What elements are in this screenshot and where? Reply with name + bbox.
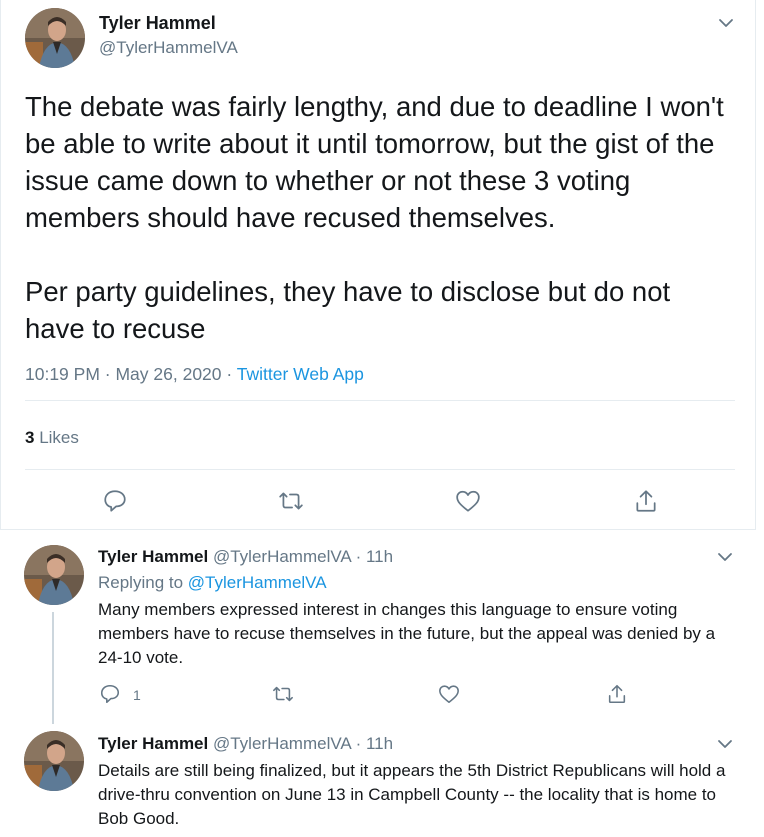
share-icon[interactable] [633, 488, 659, 514]
replying-to: Replying to @TylerHammelVA [98, 573, 327, 593]
reply-author-avatar[interactable] [24, 545, 84, 605]
tweet-time[interactable]: 10:19 PM [25, 364, 100, 384]
likes-label: Likes [39, 428, 79, 447]
author-name[interactable]: Tyler Hammel [99, 13, 216, 34]
chevron-down-icon[interactable] [716, 735, 734, 753]
reply-author-name[interactable]: Tyler Hammel [98, 734, 208, 753]
reply-body: Many members expressed interest in chang… [98, 600, 716, 667]
author-avatar[interactable] [25, 8, 85, 68]
chevron-down-icon[interactable] [717, 14, 735, 32]
reply-author-handle[interactable]: @TylerHammelVA [213, 734, 351, 753]
reply-header: Tyler Hammel @TylerHammelVA · 11h [98, 734, 393, 754]
reply-icon[interactable] [99, 683, 121, 705]
replying-to-label: Replying to [98, 573, 184, 592]
reply-body: Details are still being finalized, but i… [98, 761, 726, 828]
reply-time[interactable]: · 11h [356, 734, 394, 753]
reply-icon[interactable] [102, 488, 128, 514]
divider [25, 469, 735, 470]
tweet-date[interactable]: May 26, 2020 [115, 364, 221, 384]
likes-count: 3 [25, 428, 35, 447]
meta-separator: · [226, 364, 233, 384]
reply-author-handle[interactable]: @TylerHammelVA [213, 547, 351, 566]
main-tweet: Tyler Hammel @TylerHammelVA The debate w… [0, 0, 756, 530]
like-icon[interactable] [455, 488, 481, 514]
reply-header: Tyler Hammel @TylerHammelVA · 11h [98, 547, 393, 567]
like-icon[interactable] [438, 683, 460, 705]
reply-author-name[interactable]: Tyler Hammel [98, 547, 208, 566]
thread-connector-line [52, 612, 54, 724]
meta-separator: · [104, 364, 111, 384]
retweet-icon[interactable] [272, 683, 294, 705]
tweet-source-app[interactable]: Twitter Web App [237, 364, 364, 384]
divider [25, 400, 735, 401]
chevron-down-icon[interactable] [716, 548, 734, 566]
tweet-thread-page: Tyler Hammel @TylerHammelVA The debate w… [0, 0, 764, 837]
tweet-metadata: 10:19 PM · May 26, 2020 · Twitter Web Ap… [25, 364, 364, 385]
reply-time[interactable]: · 11h [356, 547, 394, 566]
reply-count: 1 [133, 687, 141, 703]
share-icon[interactable] [606, 683, 628, 705]
author-handle[interactable]: @TylerHammelVA [99, 38, 238, 58]
retweet-icon[interactable] [278, 488, 304, 514]
replying-to-handle[interactable]: @TylerHammelVA [188, 573, 327, 592]
reply-author-avatar[interactable] [24, 731, 84, 791]
tweet-body: The debate was fairly lengthy, and due t… [25, 91, 724, 344]
likes-stat[interactable]: 3 Likes [25, 428, 79, 448]
